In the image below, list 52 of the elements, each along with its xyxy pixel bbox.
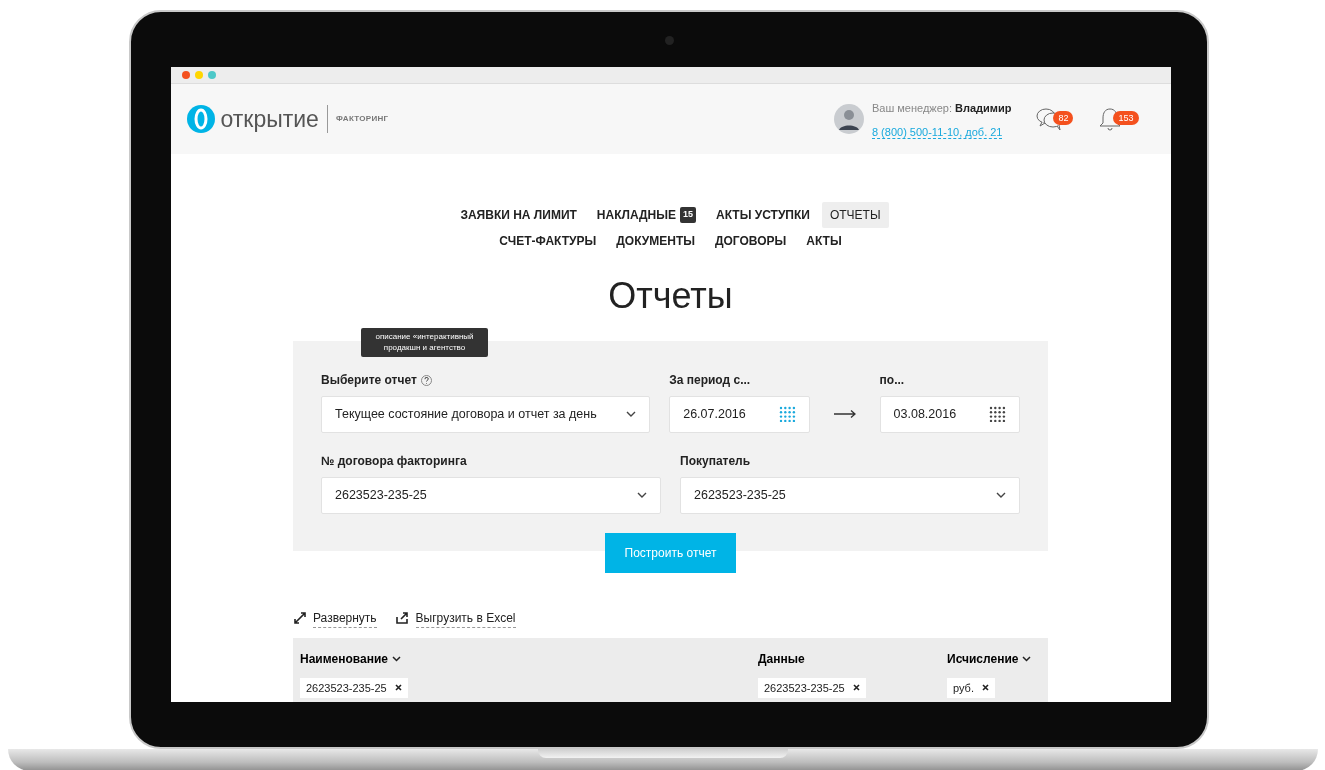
filter-chip[interactable]: 2623523-235-25 <box>758 677 866 698</box>
close-icon <box>852 684 860 692</box>
count-badge: 15 <box>680 207 697 223</box>
chevron-down-icon <box>1022 655 1032 662</box>
message-count: 82 <box>1053 110 1074 126</box>
date-field[interactable]: 26.07.2016 <box>669 396 810 434</box>
nav-tab[interactable]: НАКЛАДНЫЕ 15 <box>588 202 705 228</box>
camera-dot <box>664 36 674 45</box>
filter-chip[interactable]: 2623523-235-25 <box>300 677 408 698</box>
logo-subtitle: ФАКТОРИНГ <box>335 113 389 125</box>
column-header[interactable]: Исчисление <box>947 649 1032 668</box>
select-field[interactable]: 2623523-235-25 <box>680 477 1020 515</box>
window-control-dot[interactable] <box>207 71 216 79</box>
column-header[interactable]: Наименование <box>300 649 402 668</box>
close-icon <box>982 684 989 692</box>
nav-tab[interactable]: СЧЕТ-ФАКТУРЫ <box>491 228 605 254</box>
chevron-down-icon <box>996 492 1006 500</box>
expand-icon <box>293 611 307 625</box>
nav-tab[interactable]: ЗАЯВКИ НА ЛИМИТ <box>452 202 585 228</box>
export-icon <box>394 611 410 625</box>
chevron-down-icon <box>626 411 637 419</box>
nav-tab[interactable]: ДОКУМЕНТЫ <box>608 228 703 254</box>
window-control-dot[interactable] <box>181 71 190 79</box>
field-label: За период с... <box>669 372 751 390</box>
nav-tab[interactable]: АКТЫ <box>798 228 850 254</box>
notification-count: 153 <box>1113 110 1139 126</box>
column-header[interactable]: Данные <box>758 649 805 668</box>
arrow-right-icon <box>832 409 857 420</box>
select-field[interactable]: 2623523-235-25 <box>321 477 661 515</box>
manager-name: Владимир <box>955 102 1012 114</box>
manager-label: Ваш менеджер: <box>871 102 953 114</box>
close-icon <box>394 684 402 692</box>
nav-tab[interactable]: ОТЧЕТЫ <box>821 202 889 228</box>
avatar-icon <box>833 104 864 134</box>
logo-text: открытие <box>220 104 319 134</box>
field-label: Выберите отчет <box>321 372 417 390</box>
field-label: Покупатель <box>680 453 751 471</box>
field-label: № договора факторинга <box>321 453 467 471</box>
chevron-down-icon <box>637 492 647 500</box>
select-field[interactable]: Текущее состояние договора и отчет за день <box>321 396 651 434</box>
date-field[interactable]: 03.08.2016 <box>879 396 1020 434</box>
window-control-dot[interactable] <box>194 71 203 79</box>
logo-icon <box>186 105 215 133</box>
nav-tab[interactable]: ДОГОВОРЫ <box>706 228 795 254</box>
chevron-down-icon <box>392 655 402 662</box>
tooltip: описание «интерактивный продакшн и агентство <box>361 328 488 358</box>
action-link[interactable]: Развернуть <box>293 608 377 628</box>
nav-tab[interactable]: АКТЫ УСТУПКИ <box>708 202 818 228</box>
page-title: Отчеты <box>607 274 734 318</box>
field-label: по... <box>879 372 905 390</box>
action-link[interactable]: Выгрузить в Excel <box>394 608 516 628</box>
filter-chip[interactable]: руб. <box>947 677 995 698</box>
